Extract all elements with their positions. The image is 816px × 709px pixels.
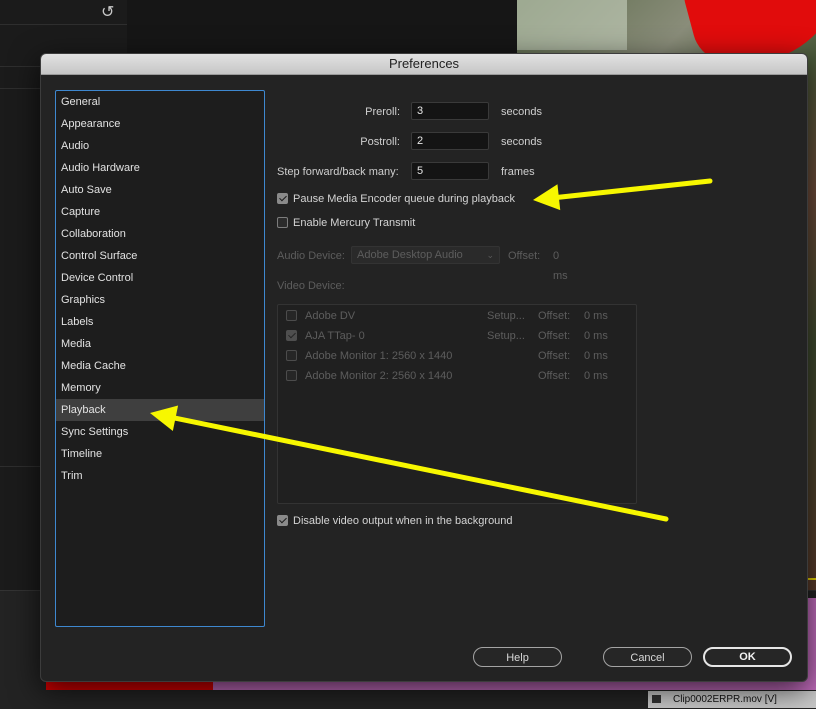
playback-settings-panel: Preroll: seconds Postroll: seconds Step …	[277, 90, 787, 590]
preroll-unit: seconds	[501, 106, 542, 118]
audio-device-value: Adobe Desktop Audio	[357, 249, 463, 261]
video-device-checkbox[interactable]	[286, 310, 297, 321]
disable-video-bg-checkbox[interactable]	[277, 515, 288, 526]
video-device-name: Adobe DV	[305, 310, 356, 322]
step-unit: frames	[501, 166, 535, 178]
sidebar-item-audio[interactable]: Audio	[56, 135, 264, 157]
disable-video-bg-label: Disable video output when in the backgro…	[293, 515, 513, 527]
ok-button[interactable]: OK	[703, 647, 792, 667]
video-device-checkbox[interactable]	[286, 370, 297, 381]
video-device-offset-value: 0 ms	[584, 370, 608, 382]
video-device-offset-label: Offset:	[538, 330, 571, 342]
audio-offset-value: 0 ms	[553, 250, 568, 282]
postroll-label: Postroll:	[360, 136, 400, 148]
sidebar-item-memory[interactable]: Memory	[56, 377, 264, 399]
sidebar-item-graphics[interactable]: Graphics	[56, 289, 264, 311]
video-sky-area	[517, 0, 627, 50]
video-device-setup-button[interactable]: Setup...	[487, 306, 525, 326]
sidebar-item-trim[interactable]: Trim	[56, 465, 264, 487]
dialog-title: Preferences	[41, 54, 807, 75]
postroll-row: Postroll: seconds	[277, 132, 577, 152]
panel-divider	[0, 24, 127, 25]
video-device-row: Adobe DV Setup... Offset: 0 ms	[286, 306, 631, 326]
video-device-checkbox[interactable]	[286, 330, 297, 341]
pause-encoder-label: Pause Media Encoder queue during playbac…	[293, 193, 515, 205]
sidebar-item-device-control[interactable]: Device Control	[56, 267, 264, 289]
chevron-down-icon: ⌄	[486, 250, 494, 260]
disable-video-bg-checkbox-row[interactable]: Disable video output when in the backgro…	[277, 513, 513, 529]
video-device-offset-value: 0 ms	[584, 350, 608, 362]
video-device-offset-label: Offset:	[538, 350, 571, 362]
video-device-name: Adobe Monitor 1: 2560 x 1440	[305, 350, 453, 362]
video-device-offset-value: 0 ms	[584, 310, 608, 322]
step-row: Step forward/back many: frames	[277, 162, 577, 182]
pause-encoder-checkbox-row[interactable]: Pause Media Encoder queue during playbac…	[277, 191, 515, 207]
audio-offset-label: Offset:	[508, 250, 541, 262]
video-device-offset-label: Offset:	[538, 310, 571, 322]
video-device-label: Video Device:	[277, 280, 345, 292]
video-device-row: Adobe Monitor 2: 2560 x 1440 Offset: 0 ms	[286, 366, 631, 386]
help-button[interactable]: Help	[473, 647, 562, 667]
step-input[interactable]	[411, 162, 489, 180]
undo-icon[interactable]: ↺	[101, 2, 114, 22]
cancel-button[interactable]: Cancel	[603, 647, 692, 667]
sidebar-item-collaboration[interactable]: Collaboration	[56, 223, 264, 245]
sidebar-item-media-cache[interactable]: Media Cache	[56, 355, 264, 377]
sidebar-item-sync-settings[interactable]: Sync Settings	[56, 421, 264, 443]
sidebar-item-control-surface[interactable]: Control Surface	[56, 245, 264, 267]
sidebar-item-appearance[interactable]: Appearance	[56, 113, 264, 135]
audio-device-label: Audio Device:	[277, 250, 345, 262]
sidebar-item-general[interactable]: General	[56, 91, 264, 113]
preferences-dialog: Preferences General Appearance Audio Audio …	[40, 53, 808, 682]
sidebar-item-audio-hardware[interactable]: Audio Hardware	[56, 157, 264, 179]
step-label: Step forward/back many:	[277, 166, 399, 178]
preroll-label: Preroll:	[365, 106, 400, 118]
sidebar-item-playback[interactable]: Playback	[56, 399, 264, 421]
clip-label: Clip0002ERPR.mov [V]	[673, 694, 777, 705]
video-device-checkbox[interactable]	[286, 350, 297, 361]
audio-device-select[interactable]: Adobe Desktop Audio ⌄	[351, 246, 500, 264]
video-device-name: Adobe Monitor 2: 2560 x 1440	[305, 370, 453, 382]
video-device-name: AJA TTap- 0	[305, 330, 365, 342]
postroll-input[interactable]	[411, 132, 489, 150]
preferences-sidebar: General Appearance Audio Audio Hardware Auto…	[55, 90, 265, 627]
sidebar-item-capture[interactable]: Capture	[56, 201, 264, 223]
audio-device-row: Audio Device: Adobe Desktop Audio ⌄ Offse…	[277, 246, 568, 282]
video-device-offset-value: 0 ms	[584, 330, 608, 342]
preroll-row: Preroll: seconds	[277, 102, 577, 122]
postroll-unit: seconds	[501, 136, 542, 148]
mercury-transmit-checkbox-row[interactable]: Enable Mercury Transmit	[277, 215, 415, 231]
preroll-input[interactable]	[411, 102, 489, 120]
video-device-offset-label: Offset:	[538, 370, 571, 382]
sidebar-item-auto-save[interactable]: Auto Save	[56, 179, 264, 201]
timeline-clip[interactable]: Clip0002ERPR.mov [V]	[648, 691, 816, 708]
sidebar-item-labels[interactable]: Labels	[56, 311, 264, 333]
video-device-row: AJA TTap- 0 Setup... Offset: 0 ms	[286, 326, 631, 346]
video-device-row: Adobe Monitor 1: 2560 x 1440 Offset: 0 ms	[286, 346, 631, 366]
pause-encoder-checkbox[interactable]	[277, 193, 288, 204]
mercury-transmit-label: Enable Mercury Transmit	[293, 217, 416, 229]
clip-icon	[652, 695, 661, 703]
sidebar-item-media[interactable]: Media	[56, 333, 264, 355]
video-device-setup-button[interactable]: Setup...	[487, 326, 525, 346]
mercury-transmit-checkbox[interactable]	[277, 217, 288, 228]
video-device-list: Adobe DV Setup... Offset: 0 ms AJA TTap- 0 Se…	[277, 304, 637, 504]
sidebar-item-timeline[interactable]: Timeline	[56, 443, 264, 465]
